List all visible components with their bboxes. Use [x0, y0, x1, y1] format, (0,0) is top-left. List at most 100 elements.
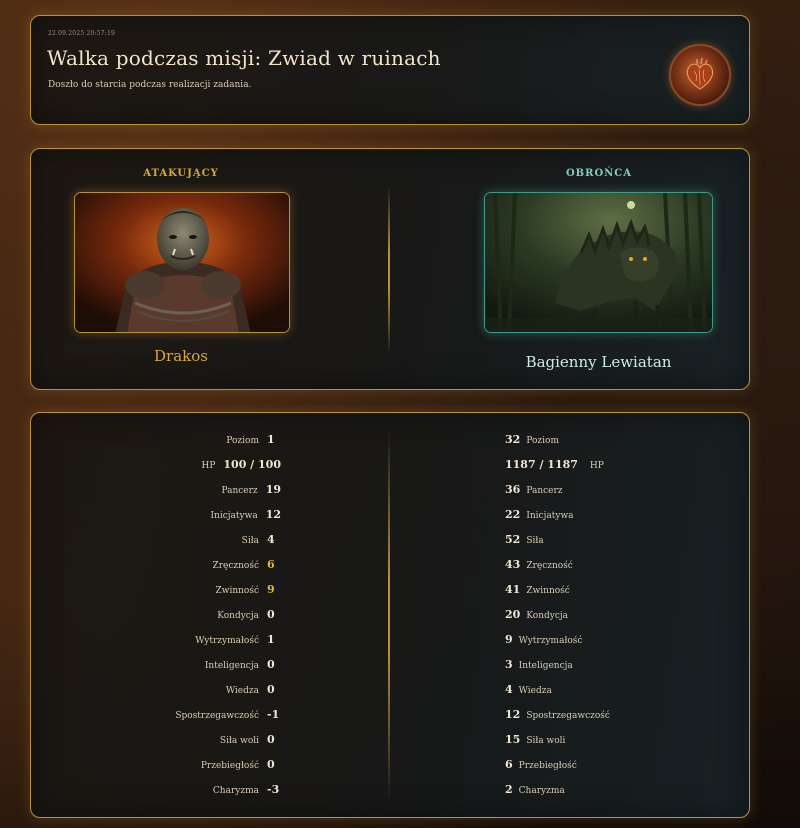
- stat-label: Zręczność: [526, 561, 573, 571]
- attacker-portrait: [74, 192, 290, 333]
- defender-stat-row: 4 Wiedza: [505, 682, 705, 698]
- stat-value: 41: [505, 583, 521, 596]
- battle-subtitle: Doszło do starcia podczas realizacji zad…: [48, 80, 252, 90]
- stat-value: 52: [505, 533, 521, 546]
- stat-value: 6: [505, 758, 513, 771]
- stat-value: 4: [267, 533, 275, 546]
- defender-stat-row: 52 Siła: [505, 532, 705, 548]
- stats-divider: [388, 431, 390, 801]
- defender-stat-row: 32 Poziom: [505, 432, 705, 448]
- attacker-stat-row: Wytrzymałość 1: [31, 632, 281, 648]
- attacker-stat-row: Wiedza 0: [31, 682, 281, 698]
- defender-stat-row: 3 Inteligencja: [505, 657, 705, 673]
- attacker-stat-row: Przebiegłość 0: [31, 757, 281, 773]
- battle-title: Walka podczas misji: Zwiad w ruinach: [47, 46, 441, 70]
- attacker-stat-row: Inteligencja 0: [31, 657, 281, 673]
- defender-stat-row: 22 Inicjatywa: [505, 507, 705, 523]
- stat-label: Charyzma: [518, 786, 565, 796]
- stat-label: Inicjatywa: [210, 511, 258, 521]
- battle-timestamp: 22.09.2025 20:57:19: [48, 30, 116, 37]
- stat-label: Siła woli: [219, 736, 259, 746]
- attacker-stat-row: Poziom 1: [31, 432, 281, 448]
- stat-value: 12: [505, 708, 521, 721]
- defender-stat-row: 12 Spostrzegawczość: [505, 707, 705, 723]
- attacker-stat-row: Charyzma -3: [31, 782, 281, 798]
- hp-label: HP: [201, 461, 216, 471]
- attacker-role-label: ATAKUJĄCY: [143, 168, 219, 179]
- attacker-hp-row: HP 100 / 100: [31, 457, 281, 473]
- stat-value: 1: [267, 433, 275, 446]
- stat-value: 15: [505, 733, 521, 746]
- combatants-card: ATAKUJĄCY OBROŃCA Drakos Bagienny Lewiat…: [30, 148, 750, 390]
- stat-value: 4: [505, 683, 513, 696]
- stat-value: 20: [505, 608, 521, 621]
- stat-label: Zwinność: [215, 586, 259, 596]
- stat-value: 0: [267, 608, 275, 621]
- defender-stat-row: 43 Zręczność: [505, 557, 705, 573]
- stat-value: 1: [267, 633, 275, 646]
- attacker-stat-row: Spostrzegawczość -1: [31, 707, 281, 723]
- hp-value: 1187 / 1187: [505, 458, 578, 471]
- stat-label: Charyzma: [212, 786, 259, 796]
- stat-value: -1: [267, 708, 280, 721]
- defender-stat-row: 41 Zwinność: [505, 582, 705, 598]
- stat-label: Spostrzegawczość: [175, 711, 259, 721]
- stat-label: Zręczność: [212, 561, 259, 571]
- stat-label: Inicjatywa: [526, 511, 574, 521]
- stat-label: Siła: [526, 536, 544, 546]
- stat-label: Przebiegłość: [200, 761, 259, 771]
- defender-stat-row: 15 Siła woli: [505, 732, 705, 748]
- anatomical-heart-icon: [669, 44, 731, 106]
- stat-label: Pancerz: [221, 486, 258, 496]
- stat-label: Zwinność: [526, 586, 570, 596]
- stat-value: 32: [505, 433, 521, 446]
- stat-label: Kondycja: [526, 611, 569, 621]
- stat-label: Siła woli: [526, 736, 566, 746]
- stat-value: 12: [265, 508, 281, 521]
- stat-value: 0: [267, 683, 275, 696]
- attacker-stat-row: Kondycja 0: [31, 607, 281, 623]
- attacker-stat-row: Zręczność 6: [31, 557, 281, 573]
- attacker-stat-row: Pancerz 19: [31, 482, 281, 498]
- defender-portrait: [484, 192, 713, 333]
- stat-value-highlighted: 9: [267, 583, 275, 596]
- stat-label: Inteligencja: [518, 661, 573, 671]
- battle-header-card: 22.09.2025 20:57:19 Walka podczas misji:…: [30, 15, 750, 125]
- hp-value: 100 / 100: [223, 458, 281, 471]
- hp-label: HP: [589, 461, 604, 471]
- defender-stat-row: 9 Wytrzymałość: [505, 632, 705, 648]
- attacker-stat-row: Zwinność 9: [31, 582, 281, 598]
- stat-label: Poziom: [526, 436, 559, 446]
- stat-value: 3: [505, 658, 513, 671]
- stat-value: 43: [505, 558, 521, 571]
- stat-value: 2: [505, 783, 513, 796]
- defender-stat-row: 2 Charyzma: [505, 782, 705, 798]
- stats-comparison-card: Poziom 1 HP 100 / 100 Pancerz 19 Inicjatywa…: [30, 412, 750, 818]
- stat-label: Przebiegłość: [518, 761, 577, 771]
- stat-label: Inteligencja: [204, 661, 259, 671]
- defender-hp-row: 1187 / 1187 HP: [505, 457, 705, 473]
- stat-value: 0: [267, 658, 275, 671]
- stat-value: 0: [267, 758, 275, 771]
- stat-label: Pancerz: [526, 486, 563, 496]
- attacker-stat-row: Siła woli 0: [31, 732, 281, 748]
- stat-label: Siła: [241, 536, 259, 546]
- stat-value: 0: [267, 733, 275, 746]
- stat-label: Wiedza: [518, 686, 552, 696]
- stat-value: -3: [267, 783, 280, 796]
- stat-value: 19: [265, 483, 281, 496]
- stat-value: 22: [505, 508, 521, 521]
- defender-stat-row: 20 Kondycja: [505, 607, 705, 623]
- stat-label: Wytrzymałość: [195, 636, 259, 646]
- defender-name: Bagienny Lewiatan: [525, 353, 672, 371]
- stat-value: 9: [505, 633, 513, 646]
- stat-label: Kondycja: [217, 611, 259, 621]
- defender-stat-row: 36 Pancerz: [505, 482, 705, 498]
- stat-label: Wiedza: [225, 686, 259, 696]
- defender-role-label: OBROŃCA: [565, 168, 633, 179]
- stat-label: Spostrzegawczość: [526, 711, 610, 721]
- stat-value: 36: [505, 483, 521, 496]
- stat-label: Poziom: [226, 436, 259, 446]
- attacker-name: Drakos: [154, 347, 208, 365]
- attacker-stat-row: Inicjatywa 12: [31, 507, 281, 523]
